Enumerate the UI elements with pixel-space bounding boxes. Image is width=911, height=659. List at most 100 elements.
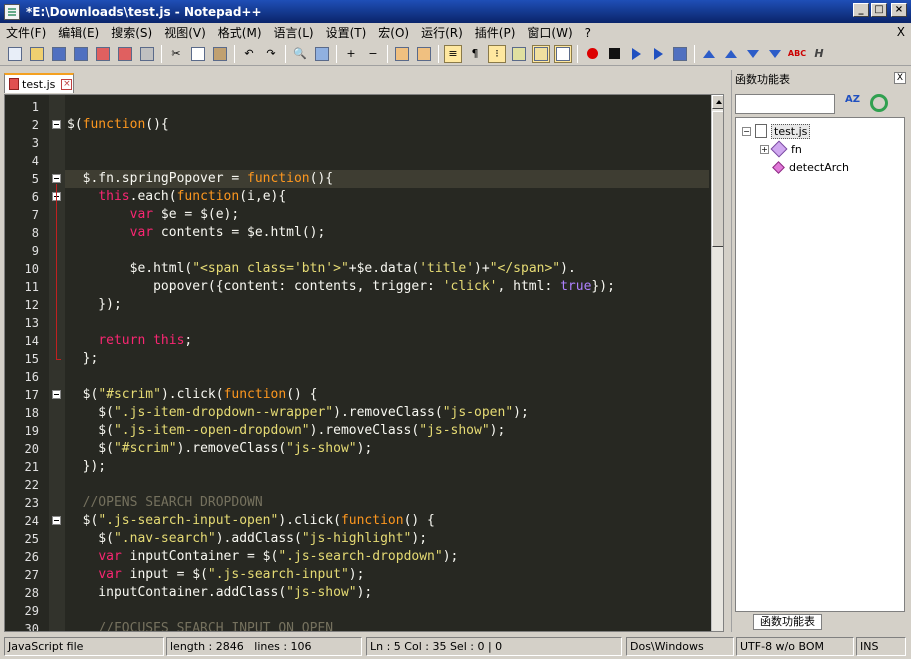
replace-icon[interactable] — [313, 45, 331, 63]
code-line[interactable]: 1 — [32, 98, 709, 116]
code-line[interactable]: 19 $(".js-item--open-dropdown").removeCl… — [25, 422, 709, 440]
minimize-button[interactable]: _ — [853, 3, 869, 17]
paste-icon[interactable] — [211, 45, 229, 63]
move-up-icon[interactable] — [722, 45, 740, 63]
zoom-out-icon[interactable]: − — [364, 45, 382, 63]
expand-all-icon[interactable] — [766, 45, 784, 63]
macro-save-icon[interactable] — [671, 45, 689, 63]
undo-icon[interactable]: ↶ — [240, 45, 258, 63]
code-line[interactable]: 5 $.fn.springPopover = function(){ — [32, 170, 709, 188]
code-line[interactable]: 24 $(".js-search-input-open").click(func… — [25, 512, 709, 530]
doc-map-icon[interactable] — [532, 44, 550, 63]
tab-test-js[interactable]: test.js × — [4, 73, 74, 93]
close-button[interactable]: × — [891, 3, 907, 17]
menu-macro[interactable]: 宏(O) — [372, 24, 415, 41]
save-icon[interactable] — [50, 45, 68, 63]
move-down-icon[interactable] — [744, 45, 762, 63]
code-line[interactable]: 18 $(".js-item-dropdown--wrapper").remov… — [25, 404, 709, 422]
sync-horizontal-icon[interactable] — [415, 45, 433, 63]
open-file-icon[interactable] — [28, 45, 46, 63]
code-line[interactable]: 25 $(".nav-search").addClass("js-highlig… — [25, 530, 709, 548]
scroll-up-button[interactable] — [712, 95, 723, 109]
macro-stop-icon[interactable] — [605, 45, 623, 63]
menu-format[interactable]: 格式(M) — [212, 24, 268, 41]
save-all-icon[interactable] — [72, 45, 90, 63]
code-line[interactable]: 6 this.each(function(i,e){ — [32, 188, 709, 206]
code-line[interactable]: 15 }; — [25, 350, 709, 368]
code-line[interactable]: 9 — [32, 242, 709, 260]
code-line[interactable]: 26 var inputContainer = $(".js-search-dr… — [25, 548, 709, 566]
fold-toggle-icon[interactable] — [52, 120, 61, 129]
code-line[interactable]: 28 inputContainer.addClass("js-show"); — [25, 584, 709, 602]
sort-az-icon[interactable]: AZ — [845, 94, 863, 112]
tab-close-button[interactable]: × — [61, 78, 73, 90]
macro-play-multiple-icon[interactable] — [649, 45, 667, 63]
function-list-icon[interactable] — [554, 44, 572, 63]
code-area[interactable]: 1 2 $(function(){3 4 5 $.fn.springPopover = … — [25, 95, 709, 631]
code-line[interactable]: 4 — [32, 152, 709, 170]
find-icon[interactable]: 🔍 — [291, 45, 309, 63]
code-line[interactable]: 12 }); — [25, 296, 709, 314]
redo-icon[interactable]: ↷ — [262, 45, 280, 63]
code-line[interactable]: 23 //OPENS SEARCH DROPDOWN — [25, 494, 709, 512]
code-line[interactable]: 27 var input = $(".js-search-input"); — [25, 566, 709, 584]
menu-file[interactable]: 文件(F) — [0, 24, 52, 41]
menu-window[interactable]: 窗口(W) — [521, 24, 578, 41]
menu-close-doc-button[interactable]: X — [897, 25, 905, 39]
close-file-icon[interactable] — [94, 45, 112, 63]
menu-run[interactable]: 运行(R) — [415, 24, 469, 41]
vertical-scrollbar[interactable] — [711, 95, 723, 631]
code-line[interactable]: 3 — [32, 134, 709, 152]
code-line[interactable]: 8 var contents = $e.html(); — [32, 224, 709, 242]
collapse-all-icon[interactable] — [700, 45, 718, 63]
code-line[interactable]: 11 popover({content: contents, trigger: … — [25, 278, 709, 296]
code-editor[interactable]: 1 2 $(function(){3 4 5 $.fn.springPopover = … — [4, 94, 724, 632]
maximize-button[interactable]: □ — [871, 3, 887, 17]
scroll-thumb[interactable] — [712, 111, 723, 247]
code-line[interactable]: 30 //FOCUSES SEARCH INPUT ON OPEN — [25, 620, 709, 631]
code-line[interactable]: 14 return this; — [25, 332, 709, 350]
code-line[interactable]: 16 — [25, 368, 709, 386]
function-tree[interactable]: − test.js + fn detectArch — [735, 117, 905, 612]
tree-item-method[interactable]: detectArch — [772, 158, 849, 176]
collapse-icon[interactable]: − — [742, 126, 751, 136]
spell-check-icon[interactable]: ABC — [788, 45, 806, 63]
cut-icon[interactable]: ✂ — [167, 45, 185, 63]
code-line[interactable]: 7 var $e = $(e); — [32, 206, 709, 224]
code-line[interactable]: 17 $("#scrim").click(function() { — [25, 386, 709, 404]
sync-vertical-icon[interactable] — [393, 45, 411, 63]
menu-help[interactable]: ? — [579, 26, 597, 40]
close-all-icon[interactable] — [116, 45, 134, 63]
print-icon[interactable] — [138, 45, 156, 63]
code-line[interactable]: 13 — [25, 314, 709, 332]
function-search-input[interactable] — [735, 94, 835, 114]
menu-settings[interactable]: 设置(T) — [320, 24, 373, 41]
tree-item-file[interactable]: − test.js — [742, 122, 811, 140]
indent-guide-icon[interactable]: ⁝ — [488, 44, 506, 63]
code-line[interactable]: 21 }); — [25, 458, 709, 476]
zoom-in-icon[interactable]: + — [342, 45, 360, 63]
code-line[interactable]: 2 $(function(){ — [32, 116, 709, 134]
panel-tab-function-list[interactable]: 函数功能表 — [753, 614, 822, 630]
macro-play-icon[interactable] — [627, 45, 645, 63]
user-language-icon[interactable] — [510, 45, 528, 63]
menu-edit[interactable]: 编辑(E) — [52, 24, 105, 41]
tree-item-class[interactable]: + fn — [760, 140, 802, 158]
word-wrap-icon[interactable]: ≡ — [444, 44, 462, 63]
hex-editor-icon[interactable]: H — [810, 45, 828, 63]
menu-view[interactable]: 视图(V) — [158, 24, 212, 41]
menu-search[interactable]: 搜索(S) — [105, 24, 158, 41]
show-all-chars-icon[interactable]: ¶ — [466, 45, 484, 63]
menu-language[interactable]: 语言(L) — [268, 24, 320, 41]
code-line[interactable]: 20 $("#scrim").removeClass("js-show"); — [25, 440, 709, 458]
fold-toggle-icon[interactable] — [52, 174, 61, 183]
menu-plugins[interactable]: 插件(P) — [469, 24, 522, 41]
code-line[interactable]: 10 $e.html("<span class='btn'>"+$e.data(… — [25, 260, 709, 278]
copy-icon[interactable] — [189, 45, 207, 63]
code-line[interactable]: 29 — [25, 602, 709, 620]
expand-icon[interactable]: + — [760, 144, 769, 154]
code-line[interactable]: 22 — [25, 476, 709, 494]
refresh-icon[interactable] — [870, 94, 888, 112]
function-list-close-button[interactable]: X — [894, 72, 906, 84]
fold-toggle-icon[interactable] — [52, 390, 61, 399]
